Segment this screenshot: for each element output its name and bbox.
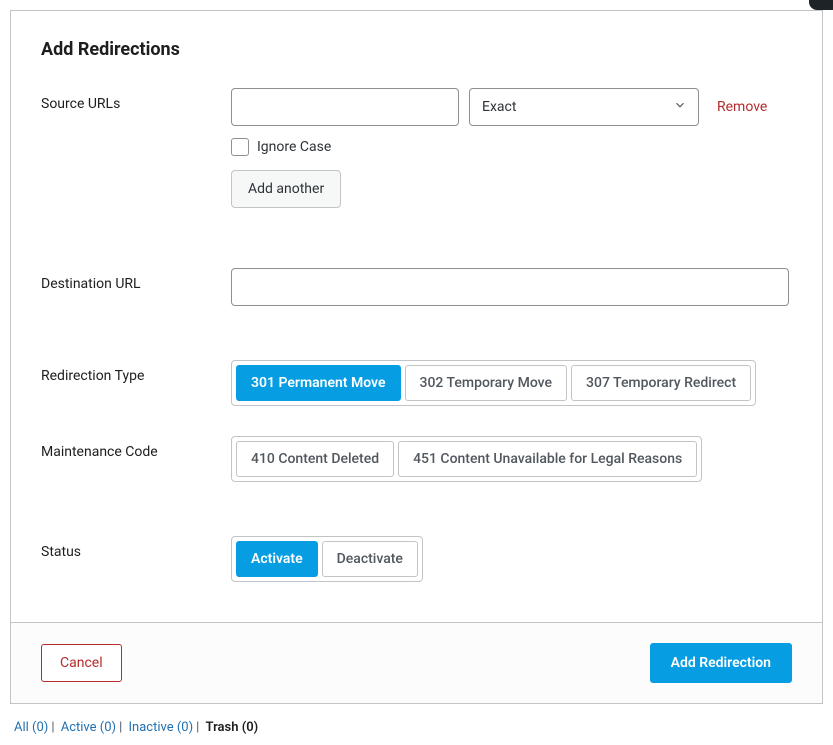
controls-redirection-type: 301 Permanent Move 302 Temporary Move 30… xyxy=(231,360,792,406)
controls-maintenance-code: 410 Content Deleted 451 Content Unavaila… xyxy=(231,436,792,482)
status-activate[interactable]: Activate xyxy=(236,541,318,577)
maintenance-code-451[interactable]: 451 Content Unavailable for Legal Reason… xyxy=(398,441,697,477)
redirection-type-group: 301 Permanent Move 302 Temporary Move 30… xyxy=(231,360,756,406)
filter-all[interactable]: All (0) xyxy=(14,720,48,735)
controls-status: Activate Deactivate xyxy=(231,536,792,582)
filter-links: All (0)| Active (0)| Inactive (0)| Trash… xyxy=(10,704,823,735)
add-another-button[interactable]: Add another xyxy=(231,170,341,208)
add-redirection-button[interactable]: Add Redirection xyxy=(650,643,792,683)
redirection-type-307[interactable]: 307 Temporary Redirect xyxy=(571,365,751,401)
maintenance-code-410[interactable]: 410 Content Deleted xyxy=(236,441,394,477)
redirection-type-301[interactable]: 301 Permanent Move xyxy=(236,365,401,401)
page-corner-tab xyxy=(809,0,833,10)
ignore-case-label: Ignore Case xyxy=(257,139,331,155)
cancel-button[interactable]: Cancel xyxy=(41,644,122,682)
match-type-select[interactable]: Exact xyxy=(469,88,699,126)
redirection-type-302[interactable]: 302 Temporary Move xyxy=(405,365,568,401)
label-maintenance-code: Maintenance Code xyxy=(41,436,231,460)
filter-inactive[interactable]: Inactive (0) xyxy=(128,720,193,735)
row-maintenance-code: Maintenance Code 410 Content Deleted 451… xyxy=(41,436,792,482)
row-source-urls: Source URLs Exact Remove Ignore Case xyxy=(41,88,792,208)
controls-source-urls: Exact Remove Ignore Case Add another xyxy=(231,88,792,208)
source-url-input[interactable] xyxy=(231,88,459,126)
status-group: Activate Deactivate xyxy=(231,536,423,582)
label-redirection-type: Redirection Type xyxy=(41,360,231,384)
ignore-case-row: Ignore Case xyxy=(231,138,792,156)
add-redirections-panel: Add Redirections Source URLs Exact Remov… xyxy=(10,10,823,704)
panel-footer: Cancel Add Redirection xyxy=(11,622,822,703)
filter-active[interactable]: Active (0) xyxy=(61,720,116,735)
row-destination-url: Destination URL xyxy=(41,268,792,306)
label-status: Status xyxy=(41,536,231,560)
row-redirection-type: Redirection Type 301 Permanent Move 302 … xyxy=(41,360,792,406)
ignore-case-checkbox[interactable] xyxy=(231,138,249,156)
panel-title: Add Redirections xyxy=(41,39,792,60)
status-deactivate[interactable]: Deactivate xyxy=(322,541,418,577)
label-source-urls: Source URLs xyxy=(41,88,231,112)
destination-url-input[interactable] xyxy=(231,268,789,306)
row-status: Status Activate Deactivate xyxy=(41,536,792,582)
maintenance-code-group: 410 Content Deleted 451 Content Unavaila… xyxy=(231,436,702,482)
panel-body: Add Redirections Source URLs Exact Remov… xyxy=(11,11,822,622)
source-url-line: Exact Remove xyxy=(231,88,792,126)
controls-destination-url xyxy=(231,268,792,306)
label-destination-url: Destination URL xyxy=(41,268,231,292)
match-type-selected: Exact xyxy=(469,88,699,126)
remove-source-link[interactable]: Remove xyxy=(717,99,767,115)
filter-trash[interactable]: Trash (0) xyxy=(206,720,259,735)
